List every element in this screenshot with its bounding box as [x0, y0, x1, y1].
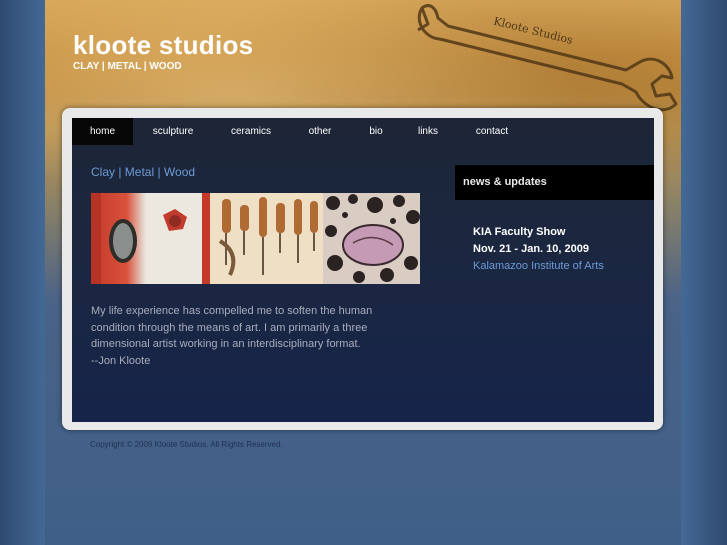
- main-nav: home sculpture ceramics other bio links …: [72, 118, 654, 145]
- news-item-date: Nov. 21 - Jan. 10, 2009: [473, 243, 589, 255]
- news-item-link[interactable]: Kalamazoo Institute of Arts: [473, 258, 604, 275]
- photo-metal: [210, 193, 323, 284]
- intro-line: My life experience has compelled me to s…: [91, 305, 373, 317]
- wrench-logo-icon: Kloote Studios: [417, 4, 678, 112]
- nav-links[interactable]: links: [401, 118, 455, 145]
- nav-other[interactable]: other: [289, 118, 351, 145]
- intro-line: dimensional artist working in an interdi…: [91, 338, 361, 350]
- news-heading: news & updates: [455, 165, 654, 200]
- news-item-title: KIA Faculty Show: [473, 226, 566, 238]
- intro-signature: --Jon Kloote: [91, 354, 151, 367]
- wrench-logo-text: Kloote Studios: [492, 15, 574, 47]
- nav-ceramics[interactable]: ceramics: [213, 118, 289, 145]
- site-title[interactable]: kloote studios: [73, 30, 253, 61]
- nav-bio[interactable]: bio: [351, 118, 401, 145]
- intro-line: condition through the means of art. I am…: [91, 321, 368, 334]
- site-tagline: CLAY | METAL | WOOD: [73, 61, 182, 72]
- news-item: KIA Faculty Show Nov. 21 - Jan. 10, 2009…: [473, 224, 604, 275]
- photo-clay: [91, 193, 210, 284]
- photo-strip: [91, 193, 420, 284]
- section-title: Clay | Metal | Wood: [91, 165, 196, 179]
- content-panel: home sculpture ceramics other bio links …: [72, 118, 654, 422]
- nav-home[interactable]: home: [72, 118, 133, 145]
- photo-wood: [323, 193, 420, 284]
- nav-contact[interactable]: contact: [455, 118, 529, 145]
- intro-text: My life experience has compelled me to s…: [91, 303, 411, 369]
- footer-copyright: Copyright © 2009 Kloote Studios. All Rig…: [90, 440, 283, 449]
- nav-sculpture[interactable]: sculpture: [133, 118, 213, 145]
